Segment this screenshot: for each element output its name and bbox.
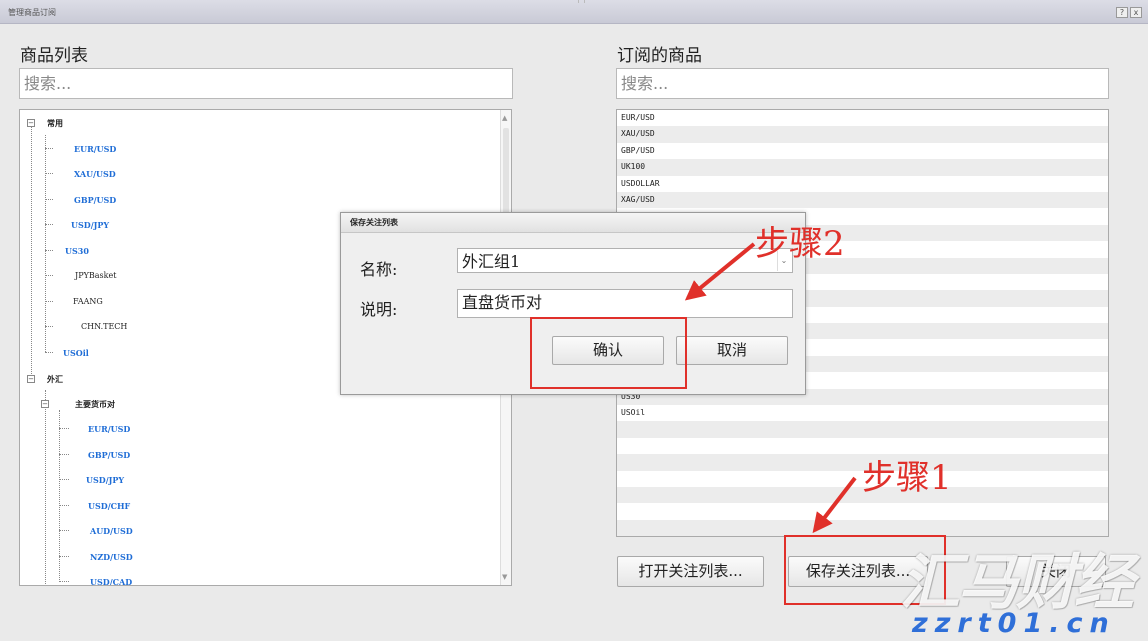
arrow-step2 [684,242,756,301]
arrow-step1 [812,476,857,534]
step2-label: 步骤2 [755,224,845,264]
watermark-url: zzrt01.cn [912,608,1116,639]
step1-label: 步骤1 [862,458,952,498]
